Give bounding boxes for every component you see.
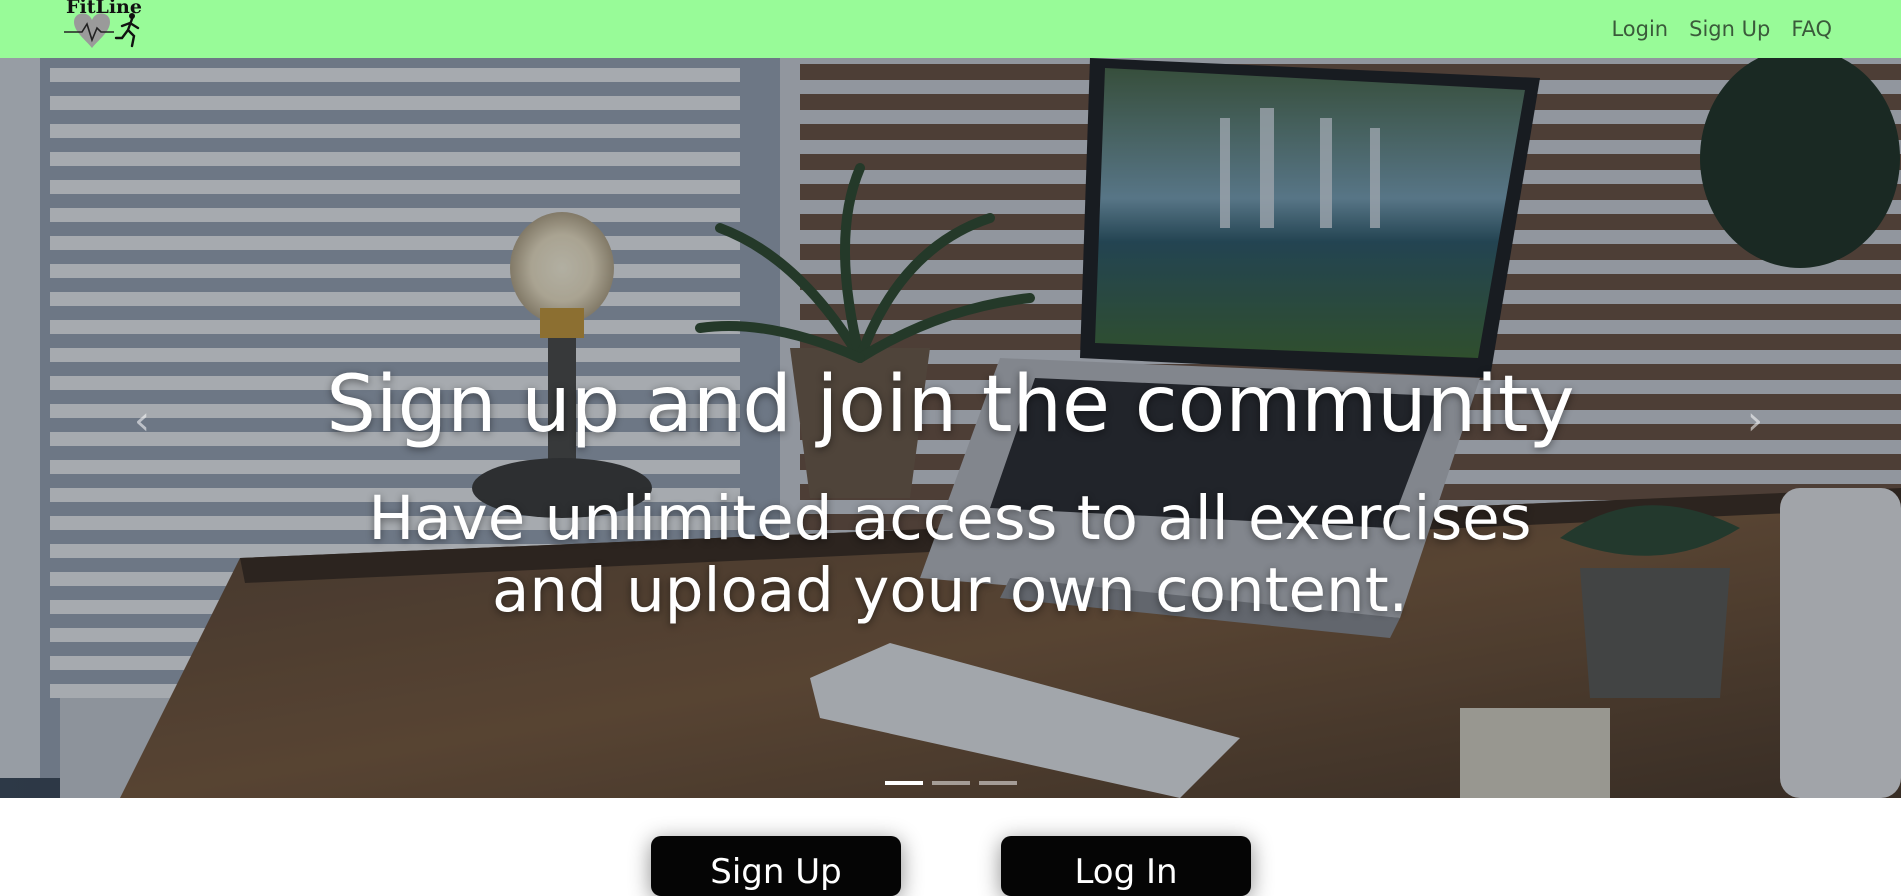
hero-carousel: Sign up and join the community Have unli… bbox=[0, 58, 1901, 798]
carousel-indicators bbox=[0, 781, 1901, 785]
hero-subtitle: Have unlimited access to all exercises a… bbox=[368, 483, 1532, 626]
login-button[interactable]: Log In bbox=[1001, 836, 1251, 896]
brand-logo[interactable]: FitLine bbox=[62, 0, 152, 56]
signup-button[interactable]: Sign Up bbox=[651, 836, 901, 896]
carousel-indicator-3[interactable] bbox=[978, 781, 1017, 785]
nav-login-link[interactable]: Login bbox=[1611, 17, 1668, 41]
chevron-right-icon: › bbox=[1747, 398, 1763, 444]
carousel-indicator-1[interactable] bbox=[884, 781, 923, 785]
chevron-left-icon: ‹ bbox=[134, 398, 150, 444]
carousel-prev-button[interactable]: ‹ bbox=[122, 398, 162, 458]
heart-runner-icon bbox=[64, 13, 140, 49]
navbar: FitLine Login Sign Up FAQ bbox=[0, 0, 1901, 58]
nav-links: Login Sign Up FAQ bbox=[1611, 0, 1832, 58]
nav-signup-link[interactable]: Sign Up bbox=[1689, 17, 1770, 41]
nav-faq-link[interactable]: FAQ bbox=[1791, 17, 1832, 41]
carousel-next-button[interactable]: › bbox=[1735, 398, 1775, 458]
carousel-indicator-2[interactable] bbox=[931, 781, 970, 785]
hero-title: Sign up and join the community bbox=[326, 360, 1575, 450]
